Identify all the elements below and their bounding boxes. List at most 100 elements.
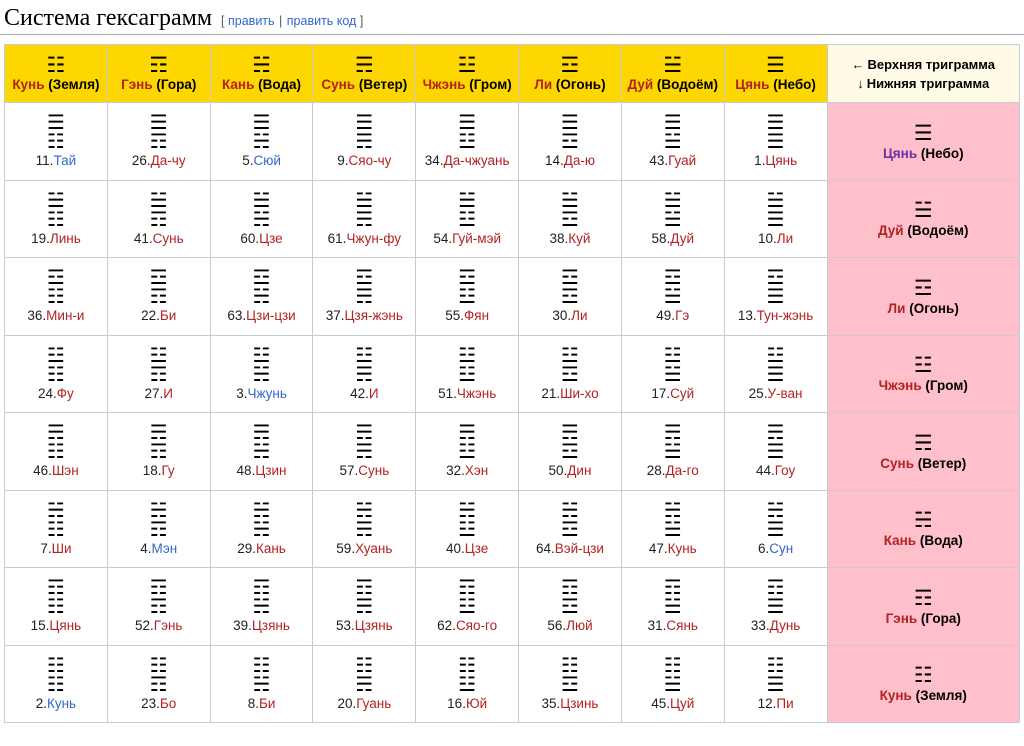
hexagram-cell[interactable]: ☱ ☱ 58.Дуй xyxy=(620,179,725,258)
hexagram-cell[interactable]: ☷ ☱ 45.Цуй xyxy=(620,644,725,723)
row-trigram-link[interactable]: Кань xyxy=(884,533,916,548)
hexagram-cell[interactable]: ☴ ☷ 46.Шэн xyxy=(4,412,108,491)
column-trigram-link[interactable]: Дуй xyxy=(628,77,654,92)
row-trigram-link[interactable]: Кунь xyxy=(880,688,912,703)
column-header-1[interactable]: ☶ Гэнь (Гора) xyxy=(106,44,211,103)
hexagram-cell[interactable]: ☲ ☳ 55.Фян xyxy=(415,257,520,336)
hexagram-name-link[interactable]: Шэн xyxy=(52,463,79,478)
hexagram-name-link[interactable]: Мин-и xyxy=(46,308,84,323)
hexagram-name-link[interactable]: Ши-хо xyxy=(560,386,599,401)
row-trigram-link[interactable]: Чжэнь xyxy=(879,378,922,393)
hexagram-name-link[interactable]: Цзе xyxy=(259,231,283,246)
hexagram-cell[interactable]: ☰ ☴ 9.Сяо-чу xyxy=(312,102,417,181)
hexagram-name-link[interactable]: Цзя-жэнь xyxy=(345,308,403,323)
column-trigram-link[interactable]: Сунь xyxy=(321,77,355,92)
column-header-3[interactable]: ☴ Сунь (Ветер) xyxy=(312,44,417,103)
hexagram-name-link[interactable]: Юй xyxy=(466,696,487,711)
hexagram-name-link[interactable]: Ши xyxy=(52,541,72,556)
hexagram-cell[interactable]: ☴ ☶ 18.Гу xyxy=(106,412,211,491)
hexagram-name-link[interactable]: Да-чжуань xyxy=(444,153,510,168)
hexagram-cell[interactable]: ☲ ☶ 22.Би xyxy=(106,257,211,336)
hexagram-cell[interactable]: ☵ ☵ 29.Кань xyxy=(209,489,314,568)
hexagram-cell[interactable]: ☳ ☵ 3.Чжунь xyxy=(209,334,314,413)
hexagram-name-link[interactable]: Люй xyxy=(566,618,593,633)
hexagram-name-link[interactable]: Кунь xyxy=(668,541,697,556)
column-trigram-link[interactable]: Гэнь xyxy=(121,77,153,92)
hexagram-cell[interactable]: ☵ ☱ 47.Кунь xyxy=(620,489,725,568)
hexagram-name-link[interactable]: Суй xyxy=(670,386,694,401)
hexagram-name-link[interactable]: Да-ю xyxy=(564,153,595,168)
hexagram-cell[interactable]: ☲ ☱ 49.Гэ xyxy=(620,257,725,336)
column-trigram-link[interactable]: Кунь xyxy=(12,77,44,92)
hexagram-name-link[interactable]: Фу xyxy=(57,386,74,401)
hexagram-name-link[interactable]: Чжун-фу xyxy=(346,231,401,246)
hexagram-name-link[interactable]: Цзянь xyxy=(355,618,393,633)
hexagram-cell[interactable]: ☰ ☵ 5.Сюй xyxy=(209,102,314,181)
hexagram-cell[interactable]: ☴ ☰ 44.Гоу xyxy=(723,412,828,491)
hexagram-cell[interactable]: ☵ ☳ 40.Цзе xyxy=(415,489,520,568)
column-header-5[interactable]: ☲ Ли (Огонь) xyxy=(518,44,622,103)
hexagram-name-link[interactable]: Сюй xyxy=(253,153,280,168)
hexagram-cell[interactable]: ☲ ☴ 37.Цзя-жэнь xyxy=(312,257,417,336)
row-trigram-link[interactable]: Ли xyxy=(888,301,906,316)
hexagram-cell[interactable]: ☱ ☳ 54.Гуй-мэй xyxy=(415,179,520,258)
hexagram-cell[interactable]: ☷ ☷ 2.Кунь xyxy=(4,644,108,723)
hexagram-name-link[interactable]: И xyxy=(369,386,379,401)
hexagram-cell[interactable]: ☷ ☰ 12.Пи xyxy=(723,644,828,723)
hexagram-cell[interactable]: ☴ ☳ 32.Хэн xyxy=(415,412,520,491)
row-trigram-link[interactable]: Дуй xyxy=(878,223,904,238)
row-trigram-link[interactable]: Цянь xyxy=(883,146,917,161)
hexagram-cell[interactable]: ☶ ☳ 62.Сяо-го xyxy=(415,567,520,646)
hexagram-name-link[interactable]: Сунь xyxy=(358,463,389,478)
hexagram-name-link[interactable]: Хэн xyxy=(465,463,488,478)
hexagram-name-link[interactable]: Ли xyxy=(777,231,793,246)
hexagram-name-link[interactable]: Дунь xyxy=(770,618,801,633)
hexagram-cell[interactable]: ☵ ☶ 4.Мэн xyxy=(106,489,211,568)
hexagram-name-link[interactable]: Цзинь xyxy=(560,696,598,711)
hexagram-name-link[interactable]: Вэй-цзи xyxy=(555,541,604,556)
hexagram-cell[interactable]: ☴ ☴ 57.Сунь xyxy=(312,412,417,491)
hexagram-cell[interactable]: ☳ ☲ 21.Ши-хо xyxy=(518,334,622,413)
hexagram-name-link[interactable]: Цянь xyxy=(49,618,81,633)
hexagram-name-link[interactable]: Сун xyxy=(769,541,793,556)
column-trigram-link[interactable]: Цянь xyxy=(735,77,769,92)
hexagram-cell[interactable]: ☷ ☳ 16.Юй xyxy=(415,644,520,723)
hexagram-name-link[interactable]: Гуай xyxy=(668,153,696,168)
hexagram-name-link[interactable]: Гэнь xyxy=(154,618,183,633)
hexagram-name-link[interactable]: Ли xyxy=(571,308,587,323)
hexagram-cell[interactable]: ☵ ☲ 64.Вэй-цзи xyxy=(518,489,622,568)
column-trigram-link[interactable]: Ли xyxy=(534,77,552,92)
hexagram-cell[interactable]: ☳ ☱ 17.Суй xyxy=(620,334,725,413)
hexagram-cell[interactable]: ☶ ☴ 53.Цзянь xyxy=(312,567,417,646)
hexagram-cell[interactable]: ☶ ☰ 33.Дунь xyxy=(723,567,828,646)
hexagram-name-link[interactable]: Гуань xyxy=(356,696,391,711)
hexagram-name-link[interactable]: Фян xyxy=(464,308,489,323)
hexagram-cell[interactable]: ☶ ☱ 31.Сянь xyxy=(620,567,725,646)
hexagram-name-link[interactable]: Сяо-чу xyxy=(349,153,392,168)
hexagram-name-link[interactable]: Тун-жэнь xyxy=(757,308,814,323)
column-header-6[interactable]: ☱ Дуй (Водоём) xyxy=(620,44,725,103)
hexagram-cell[interactable]: ☱ ☴ 61.Чжун-фу xyxy=(312,179,417,258)
column-header-0[interactable]: ☷ Кунь (Земля) xyxy=(4,44,108,103)
row-legend-cell[interactable]: ☵ Кань (Вода) xyxy=(826,489,1020,568)
row-legend-cell[interactable]: ☱ Дуй (Водоём) xyxy=(826,179,1020,258)
hexagram-cell[interactable]: ☱ ☲ 38.Куй xyxy=(518,179,622,258)
hexagram-cell[interactable]: ☵ ☴ 59.Хуань xyxy=(312,489,417,568)
column-header-2[interactable]: ☵ Кань (Вода) xyxy=(209,44,314,103)
row-trigram-link[interactable]: Гэнь xyxy=(886,611,918,626)
hexagram-cell[interactable]: ☱ ☶ 41.Сунь xyxy=(106,179,211,258)
hexagram-name-link[interactable]: Мэн xyxy=(151,541,177,556)
hexagram-cell[interactable]: ☳ ☴ 42.И xyxy=(312,334,417,413)
hexagram-name-link[interactable]: У-ван xyxy=(767,386,802,401)
hexagram-name-link[interactable]: Чжунь xyxy=(247,386,286,401)
hexagram-name-link[interactable]: Да-чу xyxy=(151,153,186,168)
hexagram-name-link[interactable]: И xyxy=(163,386,173,401)
row-legend-cell[interactable]: ☴ Сунь (Ветер) xyxy=(826,412,1020,491)
hexagram-name-link[interactable]: Хуань xyxy=(355,541,392,556)
hexagram-name-link[interactable]: Би xyxy=(160,308,176,323)
hexagram-cell[interactable]: ☶ ☶ 52.Гэнь xyxy=(106,567,211,646)
hexagram-cell[interactable]: ☶ ☵ 39.Цзянь xyxy=(209,567,314,646)
hexagram-name-link[interactable]: Куй xyxy=(568,231,590,246)
hexagram-cell[interactable]: ☰ ☶ 26.Да-чу xyxy=(106,102,211,181)
hexagram-name-link[interactable]: Цзе xyxy=(465,541,489,556)
